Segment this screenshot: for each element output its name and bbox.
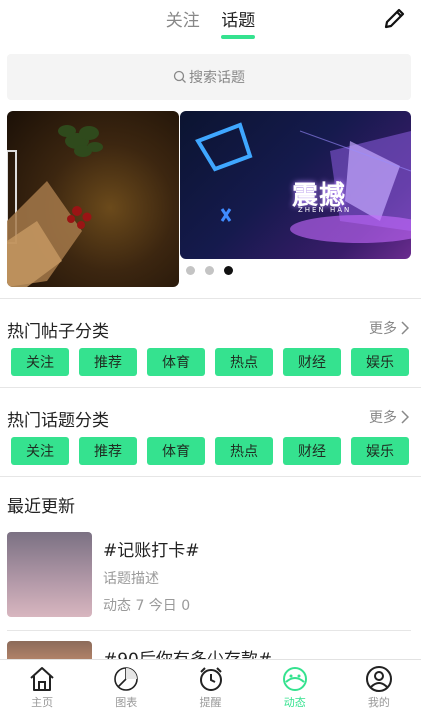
hot-topics-more-link[interactable]: 更多	[369, 407, 409, 427]
carousel-dot[interactable]	[205, 266, 214, 275]
search-placeholder: 搜索话题	[189, 70, 245, 86]
alarm-icon	[199, 667, 222, 691]
pencil-icon	[384, 8, 405, 29]
nav-profile[interactable]: 我的	[337, 660, 421, 716]
divider	[0, 387, 421, 388]
chevron-right-icon	[401, 410, 409, 424]
hot-topics-chips: 关注 推荐 体育 热点 财经 娱乐	[11, 437, 409, 465]
chip-hot[interactable]: 热点	[215, 348, 273, 376]
chart-icon	[114, 667, 139, 691]
edit-button[interactable]	[383, 6, 407, 30]
bottom-nav: 主页 图表 提醒 动态 我的	[0, 659, 421, 716]
chip-sports[interactable]: 体育	[147, 437, 205, 465]
nav-label: 提醒	[199, 696, 222, 709]
chip-finance[interactable]: 财经	[283, 348, 341, 376]
topic-description: 话题描述	[103, 571, 159, 587]
tab-topics[interactable]: 话题	[221, 6, 256, 39]
chip-hot[interactable]: 热点	[215, 437, 273, 465]
nav-label: 图表	[115, 696, 138, 709]
chip-entertainment[interactable]: 娱乐	[351, 437, 409, 465]
divider	[7, 630, 411, 631]
banner-subtitle: ZHEN HAN	[298, 206, 352, 214]
list-item[interactable]: #记账打卡# 话题描述 动态 7 今日 0	[7, 532, 411, 622]
nav-label: 动态	[283, 696, 306, 709]
chip-entertainment[interactable]: 娱乐	[351, 348, 409, 376]
chip-recommend[interactable]: 推荐	[79, 437, 137, 465]
banner-carousel[interactable]: 震撼 ZHEN HAN	[0, 111, 421, 291]
list-item[interactable]: #90后你有多少存款#	[7, 641, 411, 659]
chip-finance[interactable]: 财经	[283, 437, 341, 465]
hot-posts-title: 热门帖子分类	[7, 322, 109, 342]
home-icon	[30, 667, 54, 691]
banner-slide-food[interactable]	[7, 111, 179, 287]
hot-posts-more-link[interactable]: 更多	[369, 318, 409, 338]
carousel-dot-active[interactable]	[224, 266, 233, 275]
chevron-right-icon	[401, 321, 409, 335]
top-header: 关注 话题	[0, 0, 421, 44]
banner-slide-zhenhan[interactable]: 震撼 ZHEN HAN	[180, 111, 411, 259]
carousel-dot[interactable]	[186, 266, 195, 275]
divider	[0, 476, 421, 477]
search-icon	[173, 70, 186, 83]
recent-title: 最近更新	[7, 497, 75, 517]
topic-thumbnail	[7, 641, 92, 659]
chip-follow[interactable]: 关注	[11, 348, 69, 376]
topic-stats: 动态 7 今日 0	[103, 598, 191, 614]
nav-chart[interactable]: 图表	[84, 660, 168, 716]
more-label: 更多	[369, 410, 397, 426]
nav-reminder[interactable]: 提醒	[168, 660, 252, 716]
chip-follow[interactable]: 关注	[11, 437, 69, 465]
hot-topics-title: 热门话题分类	[7, 411, 109, 431]
activity-icon	[282, 667, 307, 691]
nav-activity[interactable]: 动态	[253, 660, 337, 716]
nav-label: 我的	[367, 696, 390, 709]
topic-title: #记账打卡#	[103, 541, 200, 561]
topic-thumbnail	[7, 532, 92, 617]
tab-follow[interactable]: 关注	[166, 6, 200, 31]
divider	[0, 298, 421, 299]
topic-title: #90后你有多少存款#	[103, 645, 272, 659]
chip-sports[interactable]: 体育	[147, 348, 205, 376]
profile-icon	[365, 666, 392, 692]
more-label: 更多	[369, 321, 397, 337]
food-image	[7, 125, 103, 287]
nav-home[interactable]: 主页	[0, 660, 84, 716]
hot-posts-chips: 关注 推荐 体育 热点 财经 娱乐	[11, 348, 409, 376]
carousel-dots	[186, 266, 233, 275]
search-bar[interactable]: 搜索话题	[7, 54, 411, 100]
top-tabs: 关注 话题	[0, 6, 421, 39]
nav-label: 主页	[31, 696, 54, 709]
chip-recommend[interactable]: 推荐	[79, 348, 137, 376]
